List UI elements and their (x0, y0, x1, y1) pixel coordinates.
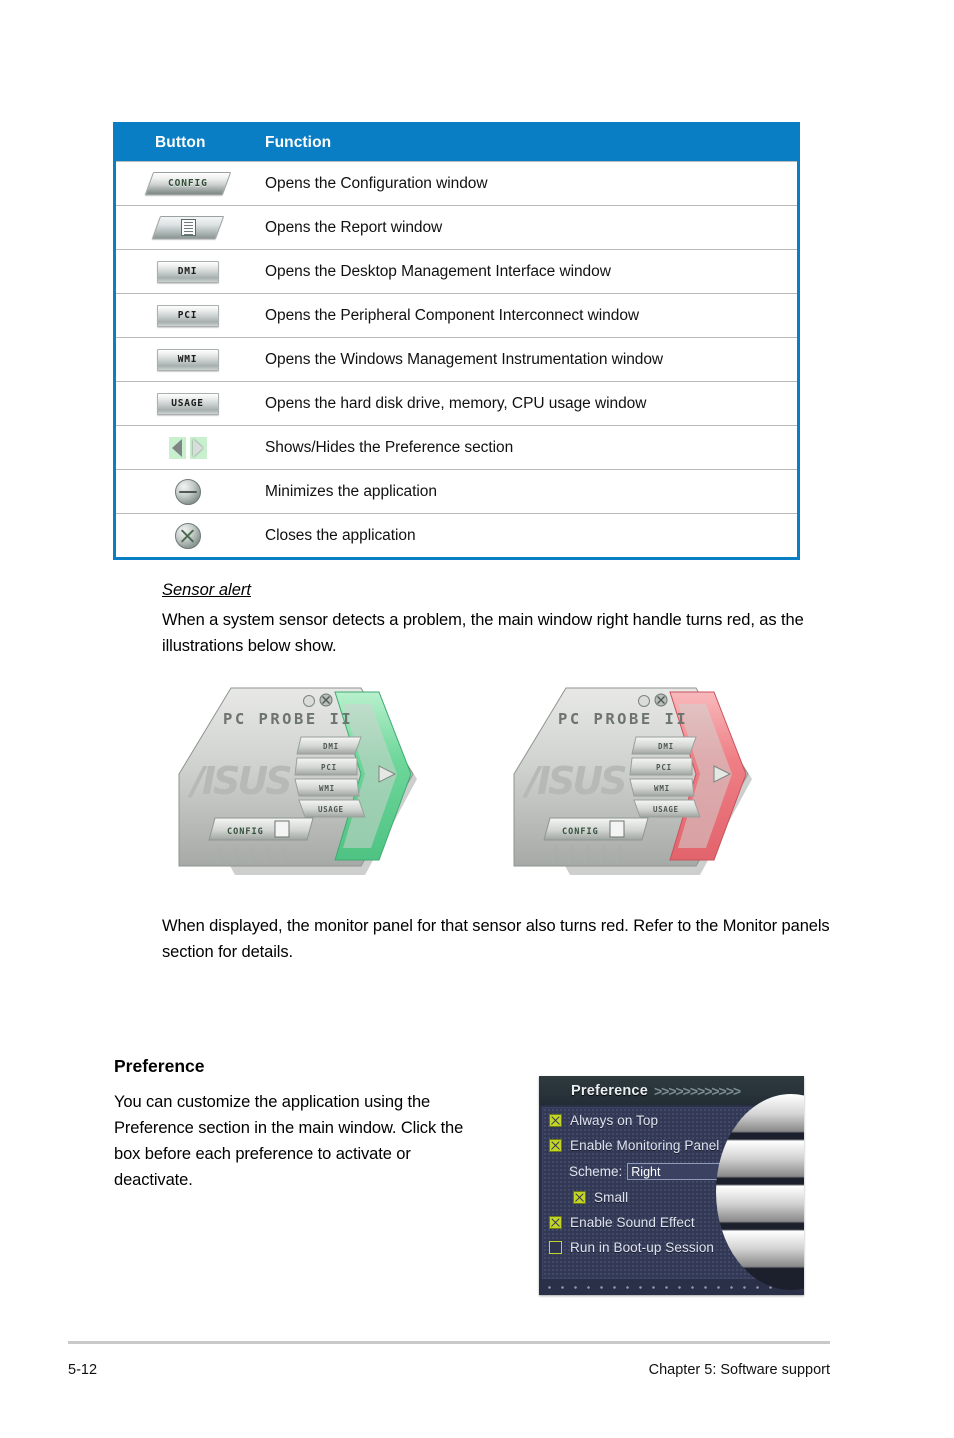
close-icon[interactable] (654, 693, 668, 707)
table-cell-function: Opens the Windows Management Instrumenta… (265, 350, 664, 368)
minimize-icon[interactable] (303, 695, 315, 707)
table-cell-button (116, 436, 259, 459)
probe-bottom-buttons: CONFIG (208, 817, 314, 841)
minimize-icon[interactable] (638, 695, 650, 707)
table-row: WMI Opens the Windows Management Instrum… (116, 337, 797, 381)
report-doc-icon[interactable] (609, 820, 625, 838)
svg-text:DMI: DMI (323, 742, 339, 751)
panel-dot-strip (543, 1283, 800, 1292)
pref-label: Always on Top (570, 1113, 659, 1128)
table-cell-button: PCI (116, 304, 259, 327)
config-button-icon[interactable]: CONFIG (144, 172, 231, 195)
dmi-button-icon[interactable]: DMI (156, 260, 219, 283)
table-header-button: Button (155, 134, 206, 151)
table-row: PCI Opens the Peripheral Component Inter… (116, 293, 797, 337)
svg-text:WMI: WMI (319, 784, 335, 793)
probe-bottom-buttons: CONFIG (543, 817, 649, 841)
svg-text:WMI: WMI (654, 784, 670, 793)
scheme-input[interactable]: Right (627, 1163, 724, 1180)
probe-title: PC PROBE II (223, 710, 353, 728)
checkbox-enable-sound-effect[interactable] (549, 1216, 562, 1229)
svg-text:USAGE: USAGE (318, 805, 344, 814)
wmi-button-icon[interactable]: WMI (156, 348, 219, 371)
checkbox-always-on-top[interactable] (549, 1114, 562, 1127)
svg-text:CONFIG: CONFIG (562, 827, 599, 837)
usage-button-icon[interactable]: USAGE (156, 392, 219, 415)
table-cell-function: Opens the Report window (265, 218, 443, 236)
footer-page-number: 5-12 (68, 1362, 98, 1378)
sensor-alert-heading: Sensor alert (162, 581, 251, 599)
table-header-row: Button Function (116, 125, 797, 161)
table-cell-button: CONFIG (116, 172, 259, 195)
table-cell-function: Opens the Desktop Management Interface w… (265, 262, 611, 280)
pci-button-icon[interactable]: PCI (156, 304, 219, 327)
preference-body-text: You can customize the application using … (114, 1093, 464, 1189)
table-cell-function: Shows/Hides the Preference section (265, 438, 514, 456)
table-cell-button: WMI (116, 348, 259, 371)
pc-probe-normal-illustration: PC PROBE II /ISUS DMI PCI WMI USAGE CONF… (178, 687, 417, 875)
preference-panel-title: Preference (571, 1082, 648, 1099)
svg-text:USAGE: USAGE (653, 805, 679, 814)
minimize-button-icon[interactable] (174, 478, 201, 505)
asus-logo: /ISUS (522, 759, 626, 803)
table-cell-function: Opens the Peripheral Component Interconn… (265, 306, 640, 324)
table-row: Opens the Report window (116, 205, 797, 249)
chevron-run-icon: >>>>>>>>>>>> (653, 1082, 741, 1099)
table-cell-button: DMI (116, 260, 259, 283)
arrow-right-icon[interactable] (189, 436, 207, 459)
report-button-icon[interactable] (151, 216, 224, 239)
svg-text:PCI: PCI (656, 763, 672, 772)
checkbox-run-in-bootup-session[interactable] (549, 1241, 562, 1254)
table-row: DMI Opens the Desktop Management Interfa… (116, 249, 797, 293)
table-cell-function: Opens the Configuration window (265, 174, 488, 192)
asus-logo: /ISUS (187, 759, 291, 803)
monitor-panel-note: When displayed, the monitor panel for th… (162, 917, 830, 961)
document-icon (180, 219, 195, 236)
checkbox-small[interactable] (573, 1191, 586, 1204)
table-row: Closes the application (116, 513, 797, 557)
pref-label: Small (594, 1190, 629, 1205)
svg-text:PCI: PCI (321, 763, 337, 772)
footer-divider (68, 1341, 830, 1344)
svg-text:DMI: DMI (658, 742, 674, 751)
close-icon[interactable] (319, 693, 333, 707)
close-button-icon[interactable] (174, 522, 201, 549)
probe-title: PC PROBE II (558, 710, 688, 728)
table-row: Shows/Hides the Preference section (116, 425, 797, 469)
table-header-function: Function (265, 134, 332, 151)
svg-text:CONFIG: CONFIG (227, 827, 264, 837)
button-function-table: Button Function CONFIG Opens the Configu… (113, 122, 800, 560)
checkbox-enable-monitoring-panel[interactable] (549, 1139, 562, 1152)
table-cell-button (116, 216, 259, 239)
pref-label: Run in Boot-up Session (570, 1240, 715, 1255)
preference-panel-screenshot: Preference >>>>>>>>>>>> Always on Top En… (539, 1076, 804, 1295)
report-doc-icon[interactable] (274, 820, 290, 838)
scheme-label: Scheme: (569, 1164, 623, 1179)
show-hide-arrows-icon[interactable] (168, 436, 207, 459)
table-row: USAGE Opens the hard disk drive, memory,… (116, 381, 797, 425)
table-row: Minimizes the application (116, 469, 797, 513)
table-cell-function: Opens the hard disk drive, memory, CPU u… (265, 394, 647, 412)
config-button-label: CONFIG (167, 178, 208, 189)
table-cell-function: Minimizes the application (265, 482, 437, 500)
table-cell-button: USAGE (116, 392, 259, 415)
pref-label: Enable Sound Effect (570, 1215, 695, 1230)
pref-label: Enable Monitoring Panel (570, 1138, 720, 1153)
table-cell-button (116, 478, 259, 505)
pc-probe-alert-illustration: PC PROBE II /ISUS DMI PCI WMI USAGE CONF… (513, 687, 752, 875)
arrow-left-icon[interactable] (168, 436, 186, 459)
sensor-alert-body: When a system sensor detects a problem, … (162, 611, 804, 655)
table-cell-function: Closes the application (265, 526, 416, 544)
table-row: CONFIG Opens the Configuration window (116, 161, 797, 205)
table-cell-button (116, 522, 259, 549)
footer-chapter-label: Chapter 5: Software support (648, 1362, 830, 1378)
preference-heading: Preference (114, 1056, 205, 1076)
